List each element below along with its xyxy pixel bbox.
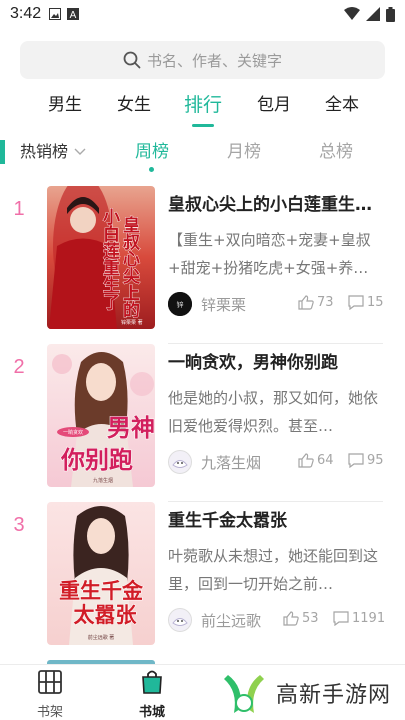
image-notification-icon [49,8,62,20]
author-name[interactable]: 锌栗栗 [201,294,246,315]
tab-female[interactable]: 女生 [114,88,154,122]
battery-icon [386,6,395,22]
rank-type-dropdown[interactable]: 热销榜 [20,140,86,164]
svg-text:一晌贪欢: 一晌贪欢 [63,429,83,436]
comments-value: 95 [367,453,384,468]
svg-text:九落生烟: 九落生烟 [93,477,113,484]
comment-icon [348,295,364,310]
rank-number: 3 [13,514,25,536]
comments-value: 15 [367,295,384,310]
search-placeholder: 书名、作者、关键字 [146,51,282,70]
tab-ranking[interactable]: 排行 [181,88,225,122]
signal-icon [366,7,380,21]
book-list-item[interactable]: 3 重生千金 太嚣张 前尘远歌 著 重生千金太嚣张 叶菀歌从未想过，她还能回到这… [0,502,405,660]
book-cover[interactable]: 重生千金 太嚣张 前尘远歌 著 [47,502,155,645]
search-icon [123,51,141,69]
watermark-text: 高新手游网 [276,683,392,708]
thumbs-up-icon [283,611,299,626]
watermark-logo-icon [224,675,264,713]
tab-overall-rank[interactable]: 总榜 [319,140,353,164]
status-right [344,6,395,22]
bookshelf-icon [38,670,62,694]
active-rank-indicator [149,167,154,172]
author-avatar [168,608,192,632]
book-cover[interactable]: 皇叔心尖上的 小白莲重生了 锌栗栗 著 [47,186,155,329]
book-meta: 九落生烟 64 95 [168,450,384,474]
svg-text:皇叔心尖上的: 皇叔心尖上的 [119,215,140,319]
likes-value: 53 [302,611,319,626]
rank-accent-bar [0,140,5,164]
tab-male[interactable]: 男生 [45,88,85,122]
comments-count[interactable]: 95 [348,453,384,468]
wifi-icon [344,7,360,20]
nav-bookstore-label: 书城 [138,705,165,720]
nav-bookshelf-label: 书架 [36,705,63,720]
svg-text:重生千金: 重生千金 [59,579,144,603]
likes-count[interactable]: 73 [298,295,334,310]
likes-value: 73 [317,295,334,310]
svg-text:锌: 锌 [177,300,184,309]
book-description: 【重生+双向暗恋+宠妻+皇叔+甜宠+扮猪吃虎+女强+养… [168,231,371,277]
comment-icon [333,611,349,626]
font-notification-icon: A [67,8,80,20]
nav-bookstore[interactable]: 书城 [122,669,182,720]
svg-text:你别跑: 你别跑 [60,446,133,474]
tab-weekly[interactable]: 周榜 [135,140,169,164]
thumbs-up-icon [298,295,314,310]
svg-text:男神: 男神 [107,414,155,442]
rank-number: 2 [13,356,25,378]
author-name[interactable]: 九落生烟 [201,452,261,473]
book-list-item[interactable]: 1 皇叔心尖上的 小白莲重生了 锌栗栗 著 皇叔心尖上的小白莲重生… 【重生+双… [0,186,405,344]
svg-text:小白莲重生了: 小白莲重生了 [99,208,120,311]
comments-value: 1191 [352,611,386,626]
chevron-down-icon [74,148,86,155]
likes-value: 64 [317,453,334,468]
watermark-logo: 高新手游网 [220,666,405,720]
svg-text:A: A [70,10,77,20]
status-time: 3:42 [10,5,42,22]
author-name[interactable]: 前尘远歌 [201,610,261,631]
category-tabs: 男生 女生 排行 包月 全本 [0,88,405,132]
search-bar[interactable]: 书名、作者、关键字 [20,41,385,79]
comments-count[interactable]: 1191 [333,611,385,626]
comments-count[interactable]: 15 [348,295,384,310]
book-title[interactable]: 重生千金太嚣张 [168,506,383,531]
author-avatar: 锌 [168,292,192,316]
likes-count[interactable]: 53 [283,611,319,626]
book-cover[interactable]: 男神 你别跑 一晌贪欢 九落生烟 [47,344,155,487]
tab-monthly[interactable]: 包月 [254,88,294,122]
book-meta: 前尘远歌 53 1191 [168,608,385,632]
nav-bookshelf[interactable]: 书架 [20,669,80,720]
rank-type-label: 热销榜 [20,142,69,161]
book-list-item[interactable]: 2 男神 你别跑 一晌贪欢 九落生烟 一晌贪欢，男神你别跑 他是她的小叔，那又如… [0,344,405,502]
svg-text:锌栗栗 著: 锌栗栗 著 [121,319,143,326]
thumbs-up-icon [298,453,314,468]
svg-text:前尘远歌 著: 前尘远歌 著 [88,634,115,641]
svg-text:太嚣张: 太嚣张 [74,603,138,627]
book-title[interactable]: 皇叔心尖上的小白莲重生… [168,190,383,215]
rank-number: 1 [13,198,25,220]
author-avatar [168,450,192,474]
bookstore-bag-icon [142,670,162,694]
book-description: 叶菀歌从未想过，她还能回到这里，回到一切开始之前… [168,547,379,593]
comment-icon [348,453,364,468]
status-bar: 3:42 A [0,0,405,28]
rank-filter-row: 热销榜 周榜 月榜 总榜 [0,134,405,172]
book-meta: 锌 锌栗栗 73 15 [168,292,384,316]
tab-monthly-rank[interactable]: 月榜 [227,140,261,164]
book-description: 他是她的小叔，那又如何，她依旧爱他爱得炽烈。甚至… [168,389,379,435]
tab-complete[interactable]: 全本 [322,88,362,122]
likes-count[interactable]: 64 [298,453,334,468]
book-title[interactable]: 一晌贪欢，男神你别跑 [168,348,383,373]
active-tab-indicator [192,124,214,127]
